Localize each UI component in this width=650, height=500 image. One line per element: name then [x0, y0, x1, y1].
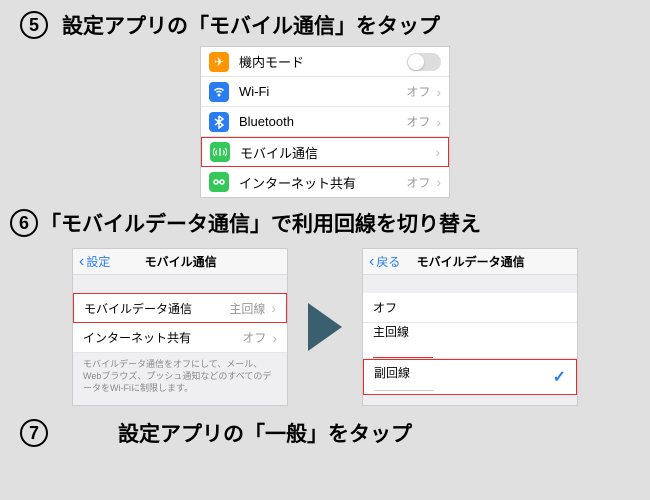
step-5-title: 設定アプリの「モバイル通信」をタップ [62, 10, 440, 40]
chevron-right-icon: › [272, 330, 277, 346]
hotspot-icon [209, 172, 229, 192]
bluetooth-icon [209, 112, 229, 132]
chevron-right-icon: › [435, 144, 440, 160]
checkmark-icon: ✓ [553, 367, 566, 387]
row-label: 副回線 [374, 364, 410, 381]
row-label: モバイルデータ通信 [84, 300, 229, 317]
section-gap [363, 275, 577, 293]
footer-note: モバイルデータ通信をオフにして、メール、Webブラウズ、プッシュ通知などのすべて… [73, 353, 287, 404]
row-label: モバイル通信 [240, 143, 435, 162]
redacted-underline [374, 381, 434, 391]
row-label: Bluetooth [239, 114, 406, 129]
cellular-settings-panel: ‹ 設定 モバイル通信 モバイルデータ通信 主回線 › インターネット共有 オフ… [72, 248, 288, 405]
step-5-number: 5 [20, 11, 48, 39]
mobile-data-selection-panel: ‹ 戻る モバイルデータ通信 オフ 主回線 副回線 ✓ [362, 248, 578, 406]
airplane-icon: ✈ [209, 52, 229, 72]
settings-panel: ✈ 機内モード Wi-Fi オフ › Bluetooth オフ › モバイル通信 [200, 46, 450, 198]
row-value: オフ [242, 329, 266, 346]
chevron-right-icon: › [436, 114, 441, 130]
step-7-title: 設定アプリの「一般」をタップ [118, 418, 412, 448]
row-wifi[interactable]: Wi-Fi オフ › [201, 77, 449, 107]
step-6-screenshots: ‹ 設定 モバイル通信 モバイルデータ通信 主回線 › インターネット共有 オフ… [0, 244, 650, 410]
row-hotspot[interactable]: インターネット共有 オフ › [73, 323, 287, 353]
step-5-screenshot: ✈ 機内モード Wi-Fi オフ › Bluetooth オフ › モバイル通信 [0, 46, 650, 198]
row-cellular[interactable]: モバイル通信 › [201, 137, 449, 167]
cellular-icon [210, 142, 230, 162]
nav-title: モバイルデータ通信 [370, 253, 571, 270]
row-value: オフ [406, 113, 430, 130]
row-label: 主回線 [373, 323, 409, 348]
step-6-title: 「モバイルデータ通信」で利用回線を切り替え [40, 208, 481, 238]
step-7-number: 7 [20, 419, 48, 447]
row-bluetooth[interactable]: Bluetooth オフ › [201, 107, 449, 137]
chevron-right-icon: › [436, 174, 441, 190]
nav-title: モバイル通信 [80, 253, 281, 270]
row-label: オフ [373, 299, 567, 316]
row-value: オフ [406, 83, 430, 100]
step-6-number: 6 [10, 209, 38, 237]
row-value: オフ [406, 174, 430, 191]
row-secondary-line[interactable]: 副回線 ✓ [363, 359, 577, 395]
row-off[interactable]: オフ [363, 293, 577, 323]
nav-bar: ‹ 戻る モバイルデータ通信 [363, 249, 577, 275]
chevron-right-icon: › [271, 300, 276, 316]
redacted-underline [373, 348, 433, 358]
step-6-header: 6 「モバイルデータ通信」で利用回線を切り替え [0, 198, 650, 244]
step-5-header: 5 設定アプリの「モバイル通信」をタップ [0, 0, 650, 46]
row-label: インターネット共有 [239, 173, 406, 192]
row-label: 機内モード [239, 52, 407, 71]
step-7-header: 7 設定アプリの「一般」をタップ [0, 410, 650, 454]
row-value: 主回線 [229, 300, 265, 317]
arrow-right-icon [308, 303, 342, 351]
row-mobile-data[interactable]: モバイルデータ通信 主回線 › [73, 293, 287, 323]
nav-bar: ‹ 設定 モバイル通信 [73, 249, 287, 275]
wifi-icon [209, 82, 229, 102]
chevron-right-icon: › [436, 84, 441, 100]
row-airplane-mode[interactable]: ✈ 機内モード [201, 47, 449, 77]
row-primary-line[interactable]: 主回線 [363, 323, 577, 359]
row-hotspot[interactable]: インターネット共有 オフ › [201, 167, 449, 197]
row-label: インターネット共有 [83, 329, 242, 346]
section-gap [73, 275, 287, 293]
toggle-switch[interactable] [407, 53, 441, 71]
section-gap [363, 395, 577, 405]
row-label: Wi-Fi [239, 84, 406, 99]
